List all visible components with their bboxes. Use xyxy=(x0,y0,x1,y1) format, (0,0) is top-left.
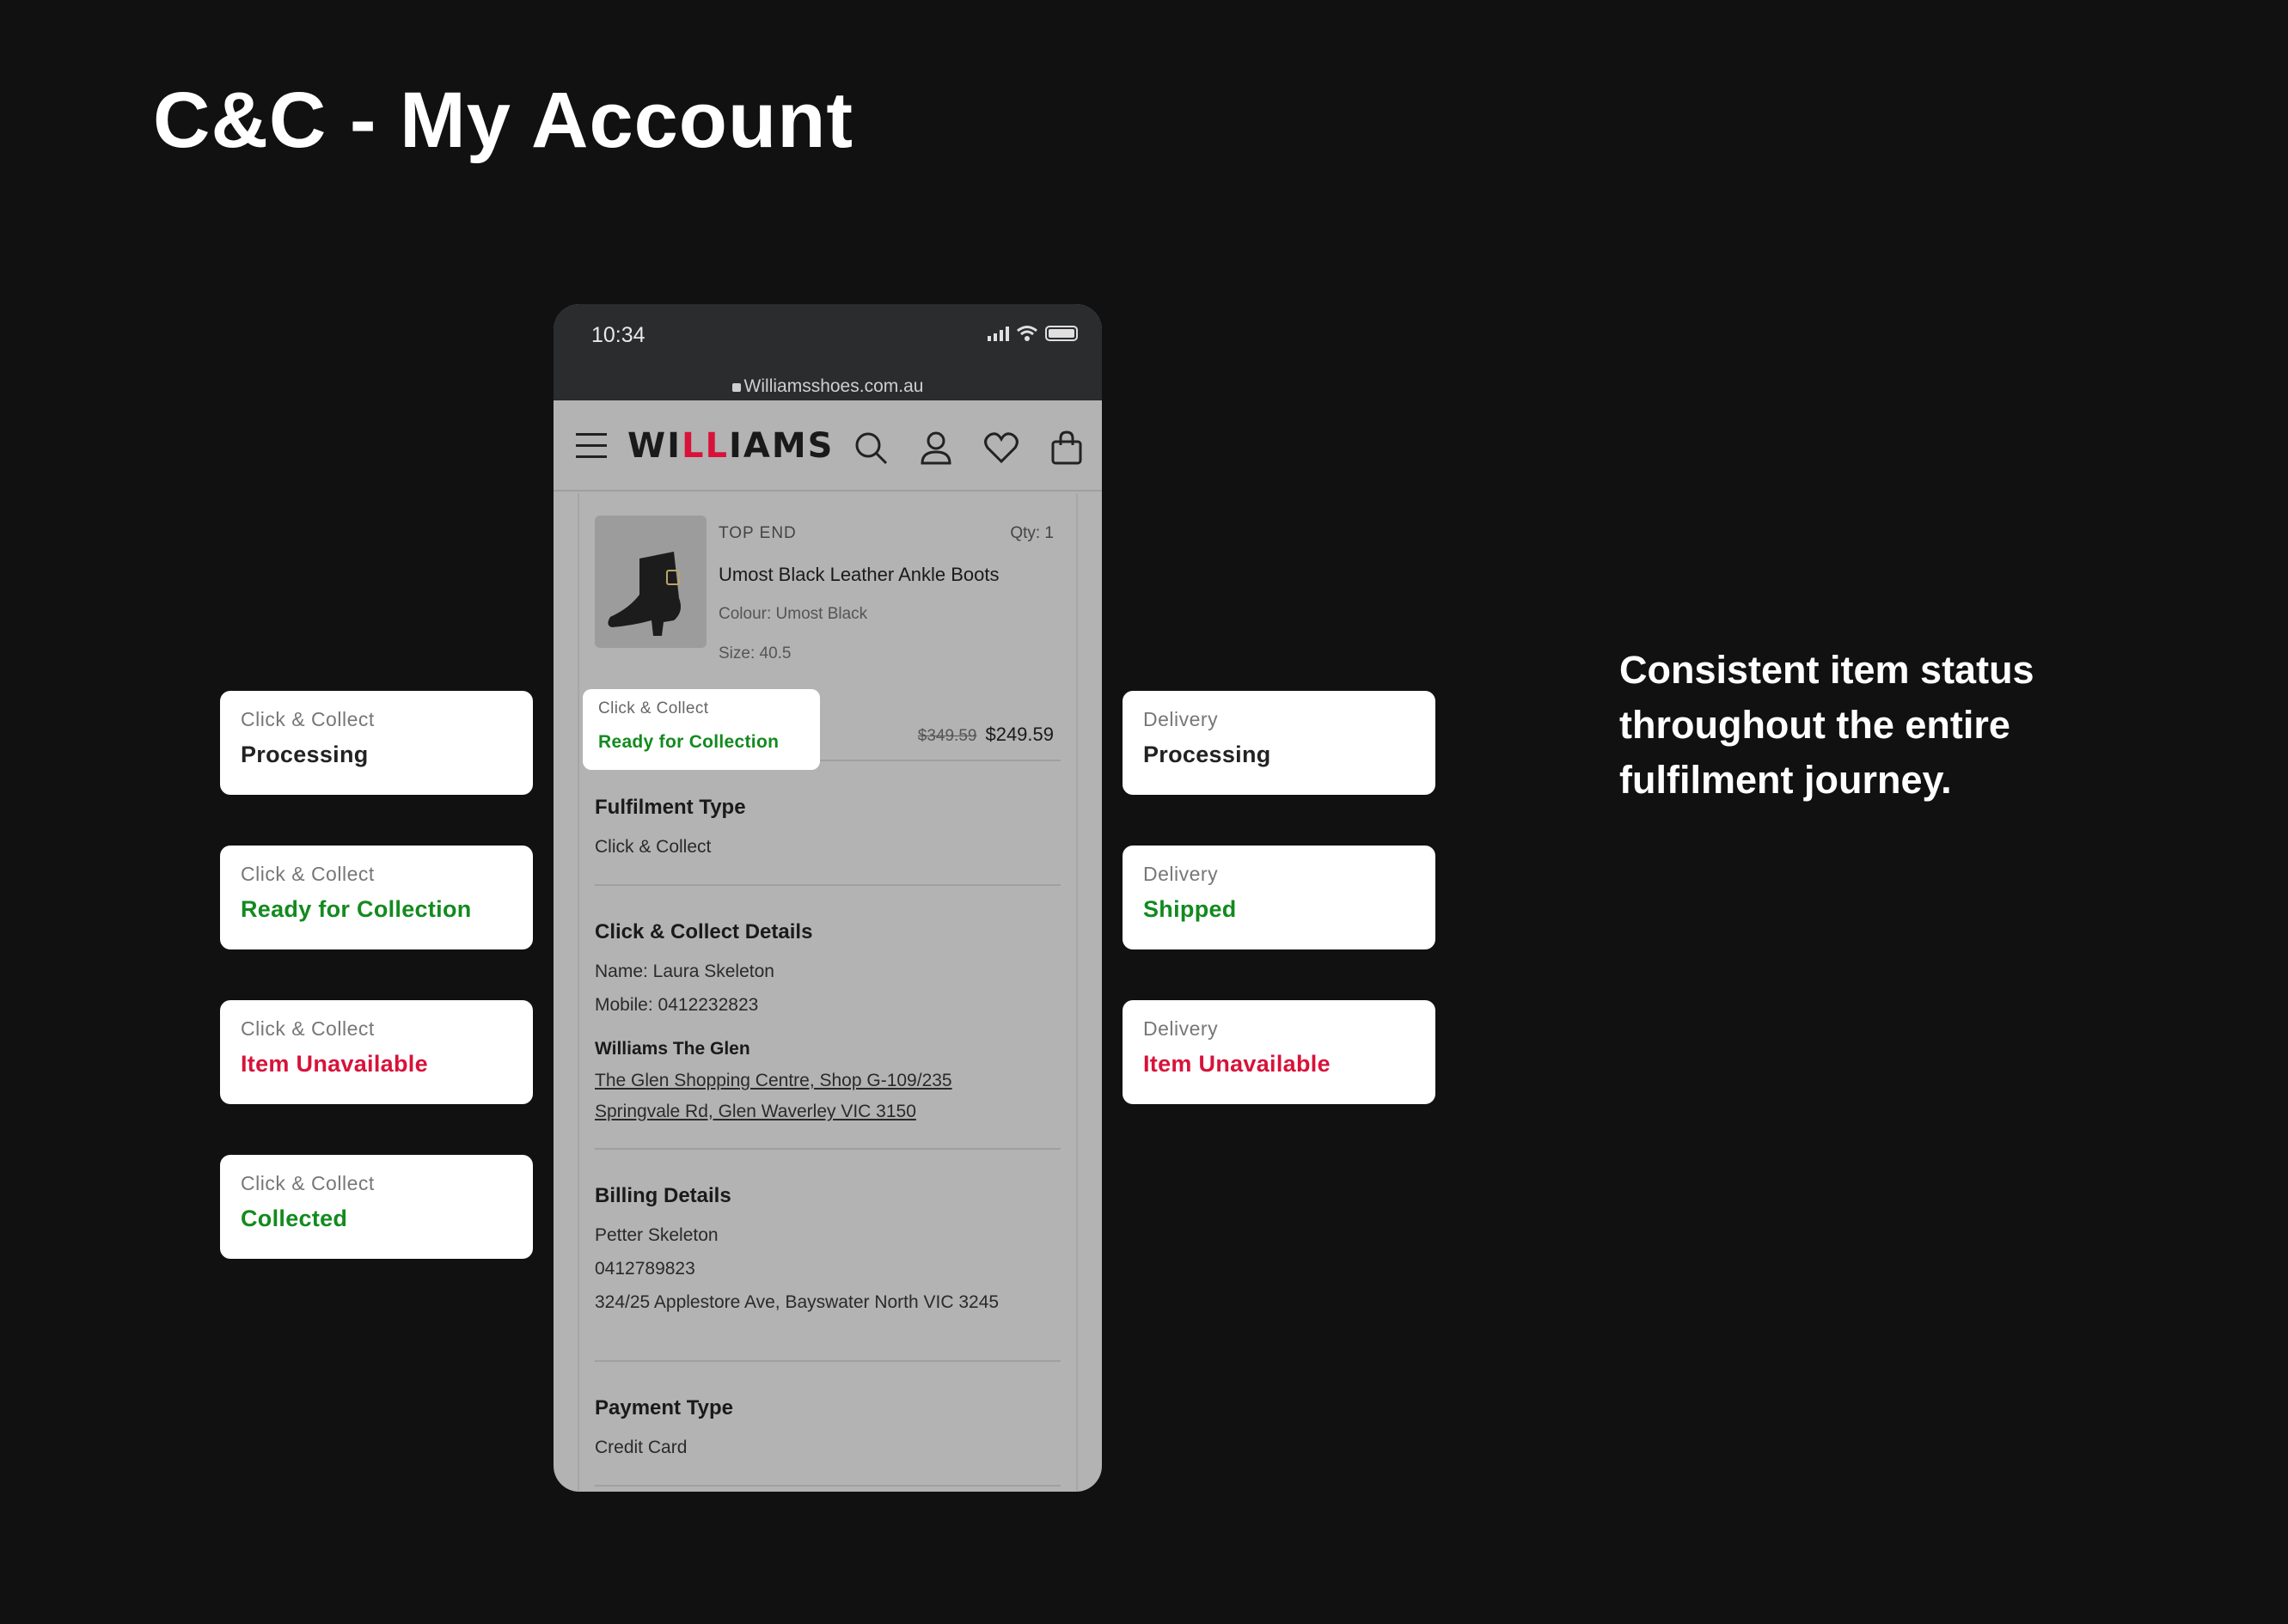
store-address-line-2[interactable]: Springvale Rd, Glen Waverley VIC 3150 xyxy=(595,1096,1061,1127)
status-card-type: Click & Collect xyxy=(241,863,375,885)
signal-icon xyxy=(988,326,1009,341)
account-icon[interactable] xyxy=(918,430,954,466)
wishlist-icon[interactable] xyxy=(983,430,1019,466)
status-card-type: Click & Collect xyxy=(241,1172,375,1194)
store-name: Williams The Glen xyxy=(595,1039,750,1059)
phone-status-bar: 10:34 Williamsshoes.com.au xyxy=(554,304,1102,400)
bag-icon[interactable] xyxy=(1049,430,1085,466)
payment-section: Payment Type Credit Card xyxy=(595,1362,1061,1487)
status-card-status: Ready for Collection xyxy=(241,896,472,922)
status-card-status: Item Unavailable xyxy=(241,1051,428,1077)
billing-phone: 0412789823 xyxy=(595,1259,695,1279)
status-card-type: Delivery xyxy=(1143,1017,1219,1040)
status-card-status: Item Unavailable xyxy=(1143,1051,1331,1077)
product-size: Size: 40.5 xyxy=(719,644,792,662)
status-card-status: Processing xyxy=(1143,742,1271,767)
product-name[interactable]: Umost Black Leather Ankle Boots xyxy=(719,564,1000,586)
status-card-cc-processing: Click & Collect Processing xyxy=(220,691,533,795)
status-card-type: Click & Collect xyxy=(241,708,375,730)
product-image[interactable] xyxy=(595,516,707,648)
status-card-status: Collected xyxy=(241,1206,348,1231)
billing-address: 324/25 Applestore Ave, Bayswater North V… xyxy=(595,1292,1000,1312)
billing-name: Petter Skeleton xyxy=(595,1225,719,1245)
current-price: $249.59 xyxy=(985,723,1054,745)
item-status-label: Ready for Collection xyxy=(598,732,780,752)
status-card-status: Processing xyxy=(241,742,369,767)
old-price: $349.59 xyxy=(917,727,977,745)
status-card-delivery-shipped: Delivery Shipped xyxy=(1123,846,1435,949)
wifi-icon xyxy=(1017,326,1037,341)
fulfilment-value: Click & Collect xyxy=(595,837,712,857)
boot-image xyxy=(608,552,681,636)
billing-heading: Billing Details xyxy=(595,1184,731,1207)
status-card-cc-ready: Click & Collect Ready for Collection xyxy=(220,846,533,949)
status-card-status: Shipped xyxy=(1143,896,1237,922)
status-card-delivery-unavailable: Delivery Item Unavailable xyxy=(1123,1000,1435,1104)
product-qty: Qty: 1 xyxy=(1010,524,1054,542)
status-card-type: Click & Collect xyxy=(241,1017,375,1040)
store-address-line-1[interactable]: The Glen Shopping Centre, Shop G-109/235 xyxy=(595,1065,1061,1096)
site-header: WILLIAMS xyxy=(554,400,1102,491)
url-text: Williamsshoes.com.au xyxy=(743,376,924,396)
payment-heading: Payment Type xyxy=(595,1396,733,1419)
status-card-delivery-processing: Delivery Processing xyxy=(1123,691,1435,795)
fulfilment-heading: Fulfilment Type xyxy=(595,796,746,819)
item-status-type: Click & Collect xyxy=(598,699,709,717)
fulfilment-section: Fulfilment Type Click & Collect xyxy=(595,761,1061,886)
cc-details-heading: Click & Collect Details xyxy=(595,920,813,943)
tagline: Consistent item status throughout the en… xyxy=(1619,648,2034,802)
williams-logo[interactable]: WILLIAMS xyxy=(627,426,834,466)
battery-icon xyxy=(1045,326,1078,341)
cc-mobile: Mobile: 0412232823 xyxy=(595,995,759,1015)
status-card-type: Delivery xyxy=(1143,863,1219,885)
payment-value: Credit Card xyxy=(595,1438,688,1457)
url-bar[interactable]: Williamsshoes.com.au xyxy=(554,376,1102,397)
lock-icon xyxy=(731,383,741,392)
status-card-cc-unavailable: Click & Collect Item Unavailable xyxy=(220,1000,533,1104)
product-brand: TOP END xyxy=(719,524,797,542)
phone-indicators xyxy=(988,325,1078,342)
phone-time: 10:34 xyxy=(591,323,645,347)
status-card-cc-collected: Click & Collect Collected xyxy=(220,1155,533,1259)
cc-name: Name: Laura Skeleton xyxy=(595,962,774,981)
cc-details-section: Click & Collect Details Name: Laura Skel… xyxy=(595,886,1061,1150)
page-title: C&C - My Account xyxy=(153,76,854,164)
product-colour: Colour: Umost Black xyxy=(719,605,868,623)
order-details: TOP END Qty: 1 Umost Black Leather Ankle… xyxy=(578,493,1078,1492)
billing-section: Billing Details Petter Skeleton 04127898… xyxy=(595,1150,1061,1362)
item-status-badge: Click & Collect Ready for Collection xyxy=(583,689,820,770)
search-icon[interactable] xyxy=(853,430,889,466)
status-card-type: Delivery xyxy=(1143,708,1219,730)
product-price: $349.59 $249.59 xyxy=(918,723,1054,746)
menu-icon[interactable] xyxy=(576,433,607,467)
phone-mockup: 10:34 Williamsshoes.com.au WILLIAMS TOP … xyxy=(554,304,1102,1492)
